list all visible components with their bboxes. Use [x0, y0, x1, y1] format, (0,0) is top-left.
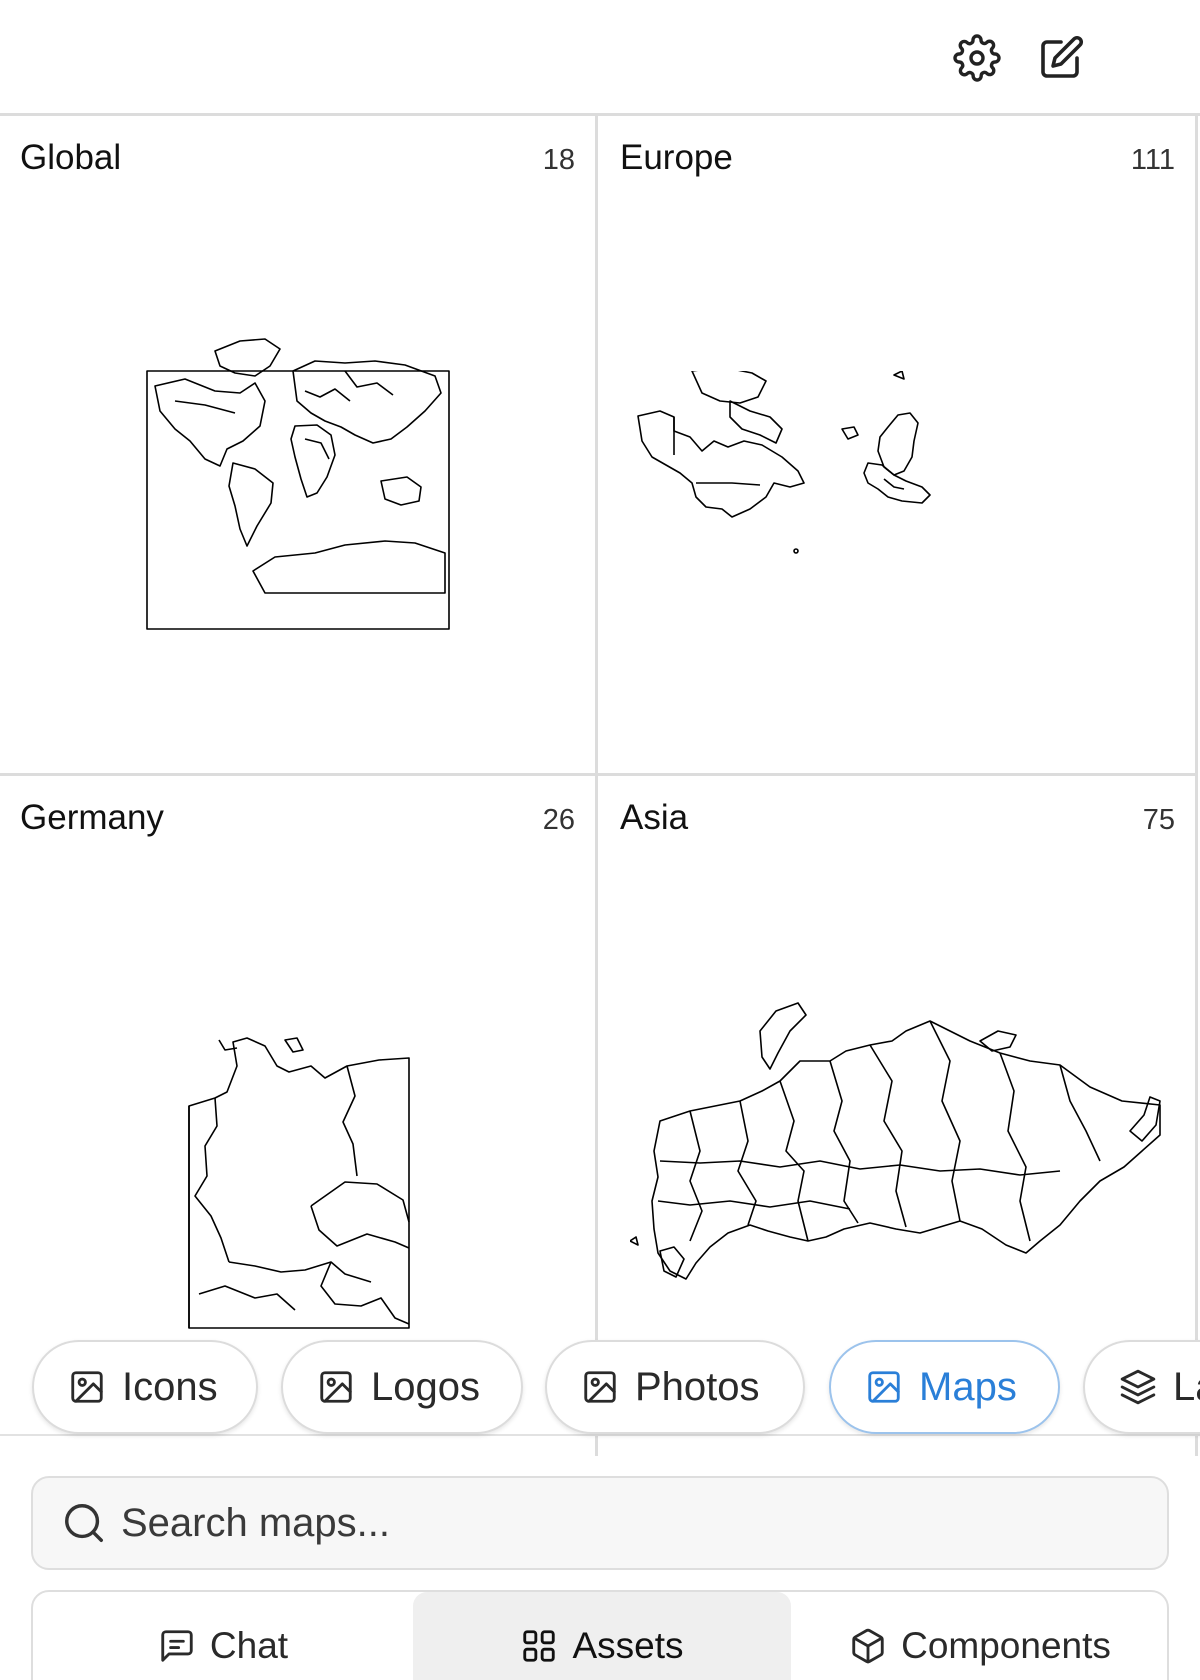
chip-label: Maps [919, 1364, 1017, 1409]
map-card-title: Europe [620, 138, 733, 177]
layers-icon [1120, 1369, 1156, 1405]
edit-icon [1041, 35, 1084, 78]
image-icon [71, 1371, 103, 1403]
search-input[interactable] [121, 1500, 1121, 1546]
image-icon [868, 1371, 900, 1403]
search-bar [31, 1476, 1169, 1570]
compose-button[interactable] [1033, 30, 1089, 86]
settings-button[interactable] [949, 30, 1005, 86]
tab-label: Chat [209, 1625, 289, 1666]
tab-label: Components [901, 1625, 1111, 1666]
chip-label: Logos [371, 1364, 480, 1409]
chip-logos[interactable]: Logos [281, 1340, 523, 1434]
bottom-tab-bar: Chat Assets Components [31, 1590, 1169, 1680]
map-card-europe[interactable]: Europe 111 [598, 116, 1198, 776]
search-icon [65, 1504, 103, 1542]
map-card-count: 75 [1142, 804, 1175, 836]
tab-assets[interactable]: Assets [413, 1592, 791, 1680]
chip-icons[interactable]: Icons [32, 1340, 258, 1434]
asia-map-thumbnail [630, 1002, 1161, 1280]
tab-label: Assets [572, 1625, 684, 1666]
world-map-thumbnail [146, 338, 450, 630]
chip-layers[interactable]: La [1083, 1340, 1200, 1434]
map-card-count: 18 [542, 144, 575, 176]
top-toolbar [0, 0, 1200, 116]
map-grid: Global 18 Europe 111 Germany 26 Asia 75 [0, 116, 1200, 1456]
message-icon [161, 1630, 193, 1662]
chip-photos[interactable]: Photos [545, 1340, 805, 1434]
chip-label: Icons [122, 1364, 218, 1409]
tab-components[interactable]: Components [791, 1592, 1169, 1680]
map-card-title: Asia [620, 798, 689, 837]
grid-icon [523, 1630, 556, 1662]
map-card-count: 111 [1130, 144, 1175, 176]
app-screen: Global 18 Europe 111 Germany 26 Asia 75 … [0, 0, 1200, 1680]
category-chip-row: Icons Logos Photos Maps La [0, 1340, 1200, 1436]
chip-maps[interactable]: Maps [829, 1340, 1060, 1434]
chip-label: La [1173, 1364, 1200, 1409]
box-icon [852, 1628, 884, 1664]
chip-label: Photos [635, 1364, 760, 1409]
gear-icon [953, 34, 1001, 82]
map-card-count: 26 [542, 804, 575, 836]
image-icon [584, 1371, 616, 1403]
map-card-title: Global [20, 138, 122, 177]
europe-map-thumbnail [637, 371, 931, 554]
germany-map-thumbnail [188, 1037, 410, 1329]
image-icon [320, 1371, 352, 1403]
map-card-title: Germany [20, 798, 164, 837]
tab-chat[interactable]: Chat [33, 1592, 413, 1680]
map-card-global[interactable]: Global 18 [0, 116, 598, 776]
